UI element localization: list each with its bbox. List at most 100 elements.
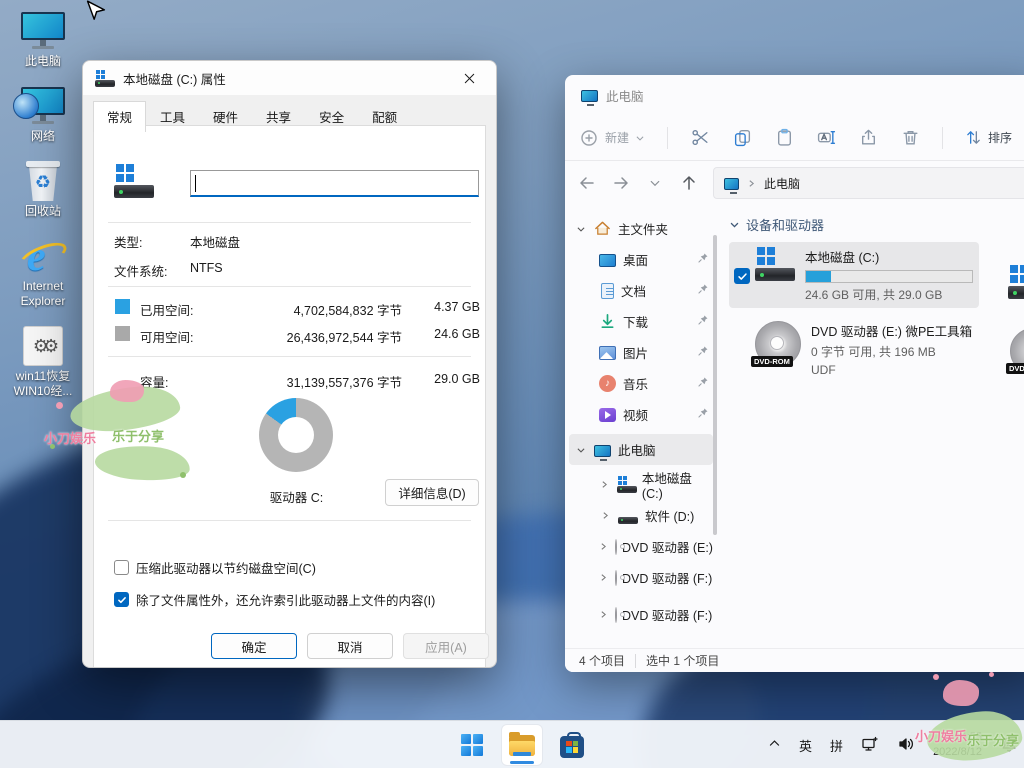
sort-button[interactable]: 排序: [965, 129, 1012, 146]
explorer-titlebar[interactable]: 此电脑: [565, 75, 1024, 115]
chevron-down-icon: [635, 133, 645, 143]
taskbar-clock[interactable]: 14:55 2022/8/12: [933, 730, 982, 760]
documents-folder-icon: [601, 283, 614, 299]
pin-icon: [697, 283, 709, 298]
tab-hardware[interactable]: 硬件: [199, 101, 252, 132]
tab-quota[interactable]: 配额: [358, 101, 411, 132]
compress-checkbox-label: 压缩此驱动器以节约磁盘空间(C): [136, 558, 316, 577]
sidebar-item-label: 软件 (D:): [645, 506, 694, 525]
sidebar-item-label: 本地磁盘 (C:): [642, 468, 709, 501]
desktop-icon-column: 此电脑 网络 ♻ 回收站 e Internet Explorer ⚙⚙ win1…: [8, 8, 78, 413]
sidebar-item-dvd-drive-partial[interactable]: DVD 驱动器 (F:): [569, 599, 713, 630]
sidebar-item-drive-d[interactable]: 软件 (D:): [569, 500, 713, 531]
drive-tile-dvd-e[interactable]: DVD-ROM DVD 驱动器 (E:) 微PE工具箱 0 字节 可用, 共 1…: [729, 316, 979, 382]
tab-security[interactable]: 安全: [305, 101, 358, 132]
mouse-cursor: [85, 0, 107, 24]
checkbox-unchecked-icon[interactable]: [114, 560, 129, 575]
drive-tile-local-disk-c[interactable]: 本地磁盘 (C:) 24.6 GB 可用, 共 29.0 GB: [729, 242, 979, 308]
details-button[interactable]: 详细信息(D): [385, 479, 479, 506]
cancel-button[interactable]: 取消: [307, 633, 393, 659]
apply-button[interactable]: 应用(A): [403, 633, 489, 659]
dvd-rom-badge: DVD-ROM: [751, 356, 793, 367]
recent-locations-chevron-icon[interactable]: [645, 173, 665, 193]
chevron-right-icon[interactable]: [599, 610, 608, 619]
sidebar-item-videos[interactable]: 视频: [569, 399, 713, 430]
statusbar-divider: [635, 654, 636, 668]
sidebar-item-music[interactable]: ♪ 音乐: [569, 368, 713, 399]
sidebar-item-pictures[interactable]: 图片: [569, 337, 713, 368]
sidebar-item-documents[interactable]: 文档: [569, 275, 713, 306]
desktop-icon-recycle-bin[interactable]: ♻ 回收站: [8, 158, 78, 219]
back-icon[interactable]: [577, 173, 597, 193]
sidebar-item-label: DVD 驱动器 (E:): [622, 537, 713, 556]
sort-button-label: 排序: [988, 129, 1012, 146]
chevron-right-icon[interactable]: [599, 573, 608, 582]
desktop-icon-label: 此电脑: [8, 54, 78, 69]
chevron-right-icon[interactable]: [599, 480, 610, 489]
rename-icon[interactable]: [816, 128, 836, 148]
volume-icon[interactable]: [897, 735, 915, 756]
share-icon[interactable]: [858, 128, 878, 148]
desktop-icon-this-pc[interactable]: 此电脑: [8, 8, 78, 69]
desktop-icon-label-line2: WIN10经...: [8, 384, 78, 399]
free-space-legend-swatch: [115, 326, 130, 341]
paste-icon[interactable]: [774, 128, 794, 148]
sidebar-item-home[interactable]: 主文件夹: [569, 213, 713, 244]
checkbox-checked-icon[interactable]: [114, 592, 129, 607]
home-icon: [594, 220, 611, 237]
close-icon[interactable]: [454, 65, 484, 91]
tab-tools[interactable]: 工具: [146, 101, 199, 132]
sidebar-item-local-disk-c[interactable]: 本地磁盘 (C:): [569, 469, 713, 500]
up-icon[interactable]: [679, 173, 699, 193]
sidebar-item-label: DVD 驱动器 (F:): [622, 568, 712, 587]
network-icon[interactable]: [861, 735, 879, 756]
sidebar-item-desktop[interactable]: 桌面: [569, 244, 713, 275]
delete-icon[interactable]: [900, 128, 920, 148]
sidebar-item-dvd-drive-f[interactable]: DVD 驱动器 (F:): [569, 562, 713, 593]
dialog-tab-strip: 常规 工具 硬件 共享 安全 配额: [83, 95, 496, 131]
taskbar-store-button[interactable]: [552, 725, 592, 765]
group-header-devices-and-drives[interactable]: 设备和驱动器: [729, 215, 1024, 234]
sidebar-item-dvd-drive-e[interactable]: DVD 驱动器 (E:): [569, 531, 713, 562]
partial-dvd-icon: DVD: [1010, 328, 1024, 374]
dialog-button-row: 确定 取消 应用(A): [83, 625, 496, 667]
tab-general[interactable]: 常规: [93, 101, 146, 132]
used-space-legend-swatch: [115, 299, 130, 314]
start-button[interactable]: [452, 725, 492, 765]
forward-icon[interactable]: [611, 173, 631, 193]
tab-sharing[interactable]: 共享: [252, 101, 305, 132]
cut-icon[interactable]: [690, 128, 710, 148]
text-caret: [195, 175, 196, 192]
sidebar-item-downloads[interactable]: 下载: [569, 306, 713, 337]
dialog-titlebar[interactable]: 本地磁盘 (C:) 属性: [83, 61, 496, 95]
desktop-icon-network[interactable]: 网络: [8, 83, 78, 144]
ime-language-indicator[interactable]: 英: [799, 736, 812, 755]
file-explorer-icon: [509, 735, 535, 756]
copy-icon[interactable]: [732, 128, 752, 148]
new-button[interactable]: 新建: [579, 128, 645, 148]
breadcrumb-this-pc[interactable]: 此电脑: [764, 175, 800, 192]
taskbar-file-explorer-button[interactable]: [502, 725, 542, 765]
compress-drive-checkbox-row[interactable]: 压缩此驱动器以节约磁盘空间(C): [114, 558, 316, 577]
sidebar-item-label: 下载: [623, 312, 648, 331]
taskbar: 英 拼 14:55 2022/8/12: [0, 720, 1024, 768]
ok-button[interactable]: 确定: [211, 633, 297, 659]
sidebar-item-label: 音乐: [623, 374, 648, 393]
sidebar-item-this-pc[interactable]: 此电脑: [569, 434, 713, 465]
selected-checkbox[interactable]: [734, 268, 750, 284]
hidden-icons-chevron-icon[interactable]: [768, 737, 781, 753]
type-value: 本地磁盘: [190, 232, 240, 251]
taskbar-tray: 英 拼 14:55 2022/8/12: [768, 721, 1018, 768]
downloads-folder-icon: [599, 313, 616, 330]
filesystem-label: 文件系统:: [114, 261, 167, 280]
desktop-icon-win11-restore-tool[interactable]: ⚙⚙ win11恢复 WIN10经...: [8, 323, 78, 399]
desktop-icon-internet-explorer[interactable]: e Internet Explorer: [8, 233, 78, 309]
notification-bell-icon[interactable]: [1000, 735, 1018, 756]
ime-mode-indicator[interactable]: 拼: [830, 736, 843, 755]
chevron-right-icon[interactable]: [599, 542, 608, 551]
allow-indexing-checkbox-row[interactable]: 除了文件属性外，还允许索引此驱动器上文件的内容(I): [114, 590, 435, 609]
computer-icon: [8, 8, 78, 54]
address-bar[interactable]: 此电脑: [713, 167, 1024, 199]
volume-label-input[interactable]: [190, 170, 479, 197]
chevron-right-icon[interactable]: [599, 511, 611, 520]
